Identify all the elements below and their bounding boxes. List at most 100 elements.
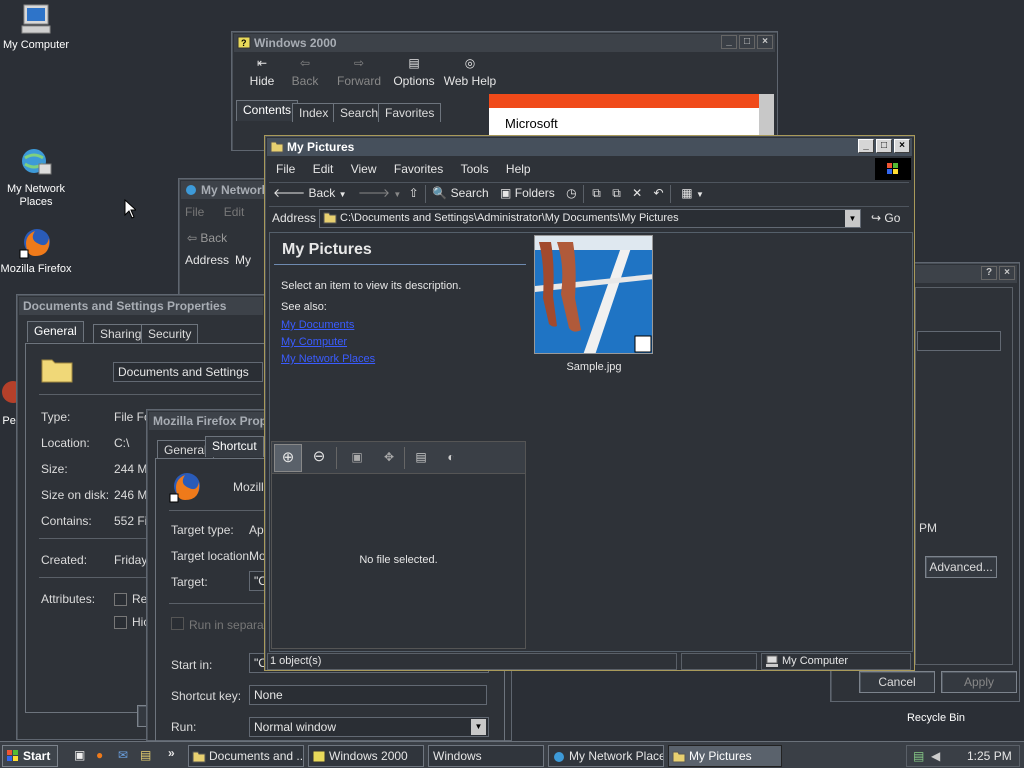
forward-button[interactable]: 🡒 ▼	[358, 186, 401, 200]
menu-edit[interactable]: Edit	[306, 159, 341, 179]
back-button[interactable]: ⇦ Back	[187, 231, 227, 245]
web-help-button[interactable]: ◎ Web Help	[440, 56, 500, 94]
address-dropdown[interactable]: ▼	[845, 210, 860, 227]
actual-size-button[interactable]: ✥	[376, 444, 402, 472]
menu-edit[interactable]: Edit	[224, 205, 245, 219]
address-field[interactable]: C:\Documents and Settings\Administrator\…	[319, 209, 861, 228]
my-pictures-window[interactable]: My Pictures _ □ × File Edit View Favorit…	[264, 135, 915, 671]
network-tray-icon[interactable]: ▤	[913, 749, 924, 763]
folder-name-field[interactable]: Documents and Settings	[113, 362, 263, 382]
tab-shortcut[interactable]: Shortcut	[205, 436, 264, 457]
zoom-out-button[interactable]: ⊖	[306, 444, 332, 472]
desktop-icon-my-computer[interactable]: My Computer	[0, 2, 76, 52]
rotate-button[interactable]: ◐	[438, 444, 464, 472]
run-select[interactable]: Normal window	[249, 717, 489, 737]
hidden-checkbox[interactable]	[114, 616, 127, 629]
advanced-button[interactable]: Advanced...	[925, 556, 997, 578]
undo-button[interactable]: ↶	[654, 186, 664, 200]
desktop-icon-firefox[interactable]: Mozilla Firefox	[0, 226, 76, 276]
back-button[interactable]: 🡐 Back ▼	[273, 186, 346, 200]
link-my-computer[interactable]: My Computer	[281, 334, 375, 351]
tab-general[interactable]: General	[27, 321, 84, 342]
search-button[interactable]: 🔍 Search	[432, 186, 488, 200]
help-button[interactable]: ?	[981, 266, 997, 280]
back-button[interactable]: ⇦ Back	[280, 56, 330, 94]
menu-favorites[interactable]: Favorites	[387, 159, 450, 179]
link-my-network-places[interactable]: My Network Places	[281, 351, 375, 368]
shortcut-key-field[interactable]: None	[249, 685, 487, 705]
views-button[interactable]: ▦ ▼	[681, 186, 704, 200]
quick-launch-outlook[interactable]: ✉	[118, 748, 134, 764]
options-button[interactable]: ▤ Options	[388, 56, 440, 94]
history-button[interactable]: ◷	[566, 186, 576, 200]
minimize-button[interactable]: _	[858, 139, 874, 153]
forward-arrow-icon: 🡒	[357, 186, 391, 200]
windows-2000-help-window[interactable]: ? Windows 2000 _ □ × ⇤ Hide ⇦ Back ⇨ Forwar…	[231, 31, 778, 151]
start-button[interactable]: Start	[2, 745, 58, 767]
quick-launch-firefox[interactable]: ●	[96, 748, 112, 764]
hide-button[interactable]: ⇤ Hide	[244, 56, 280, 94]
address-field[interactable]: My	[235, 253, 251, 267]
window-titlebar[interactable]: Documents and Settings Properties	[19, 297, 263, 315]
clock[interactable]: 1:25 PM	[967, 749, 1012, 763]
taskbar-item-windows-2000[interactable]: Windows 2000	[308, 745, 424, 767]
window-titlebar[interactable]: My Network	[181, 181, 275, 199]
tab-index[interactable]: Index	[292, 103, 336, 122]
desktop-icon-network-places[interactable]: My Network Places	[0, 146, 76, 209]
close-button[interactable]: ×	[757, 35, 773, 49]
back-arrow-icon: 🡐	[273, 186, 306, 200]
image-preview-pane[interactable]: ⊕ ⊖ ▣ ✥ ▤ ◐ No file selected.	[271, 441, 526, 649]
menu-help[interactable]: Help	[499, 159, 538, 179]
zoom-in-button[interactable]: ⊕	[274, 444, 302, 472]
quick-launch-desktop[interactable]: ▣	[74, 748, 90, 764]
hide-icon: ⇤	[256, 56, 268, 70]
go-button[interactable]: ↪ Go	[871, 211, 900, 225]
rotate-icon: ◐	[447, 450, 455, 464]
maximize-button[interactable]: □	[876, 139, 892, 153]
file-item-sample[interactable]: Sample.jpg	[534, 235, 654, 375]
window-titlebar[interactable]: ? Windows 2000 _ □ ×	[234, 34, 775, 52]
copy-to-button[interactable]: ⧉	[612, 186, 621, 200]
menu-file[interactable]: File	[269, 159, 302, 179]
taskbar-item-documents[interactable]: Documents and ...	[188, 745, 304, 767]
taskbar-item-my-pictures[interactable]: My Pictures	[668, 745, 782, 767]
folder-content-area[interactable]: My Pictures Select an item to view its d…	[269, 232, 913, 652]
close-button[interactable]: ×	[999, 266, 1015, 280]
tab-security[interactable]: Security	[141, 324, 199, 343]
apply-button[interactable]: Apply	[941, 671, 1017, 693]
tab-contents[interactable]: Contents	[236, 100, 299, 121]
link-my-documents[interactable]: My Documents	[281, 317, 375, 334]
menu-file[interactable]: File	[185, 205, 204, 219]
read-only-checkbox[interactable]	[114, 593, 127, 606]
minimize-button[interactable]: _	[721, 35, 737, 49]
location-value: C:\	[114, 436, 130, 450]
quick-launch-chevron[interactable]: »	[168, 746, 175, 760]
up-folder-button[interactable]: ⇧	[409, 186, 419, 200]
forward-button[interactable]: ⇨ Forward	[330, 56, 388, 94]
shortcut-key-label: Shortcut key:	[171, 689, 242, 703]
my-network-window[interactable]: My Network File Edit ⇦ Back Address My	[178, 178, 278, 298]
print-button[interactable]: ▤	[408, 444, 434, 472]
taskbar: Start ▣ ● ✉ ▤ » Documents and ... Window…	[0, 741, 1024, 768]
mouse-cursor-icon	[124, 198, 138, 222]
volume-tray-icon[interactable]: ◀	[931, 749, 940, 763]
zoom-out-icon: ⊖	[312, 448, 326, 465]
dialog-field[interactable]	[917, 331, 1001, 351]
cancel-button[interactable]: Cancel	[859, 671, 935, 693]
quick-launch-explorer[interactable]: ▤	[140, 748, 156, 764]
chevron-down-icon[interactable]: ▼	[471, 719, 486, 735]
folders-button[interactable]: ▣ Folders	[500, 186, 555, 200]
run-separate-checkbox[interactable]	[171, 617, 184, 630]
tab-favorites[interactable]: Favorites	[378, 103, 442, 122]
best-fit-button[interactable]: ▣	[344, 444, 370, 472]
taskbar-item-network-places[interactable]: My Network Places	[548, 745, 664, 767]
delete-button[interactable]: ✕	[632, 186, 642, 200]
folder-icon	[323, 211, 337, 227]
maximize-button[interactable]: □	[739, 35, 755, 49]
close-button[interactable]: ×	[894, 139, 910, 153]
menu-view[interactable]: View	[344, 159, 384, 179]
move-to-button[interactable]: ⧉	[592, 186, 601, 200]
taskbar-item-windows[interactable]: Windows	[428, 745, 544, 767]
menu-tools[interactable]: Tools	[454, 159, 496, 179]
window-titlebar[interactable]: My Pictures _ □ ×	[267, 138, 912, 156]
